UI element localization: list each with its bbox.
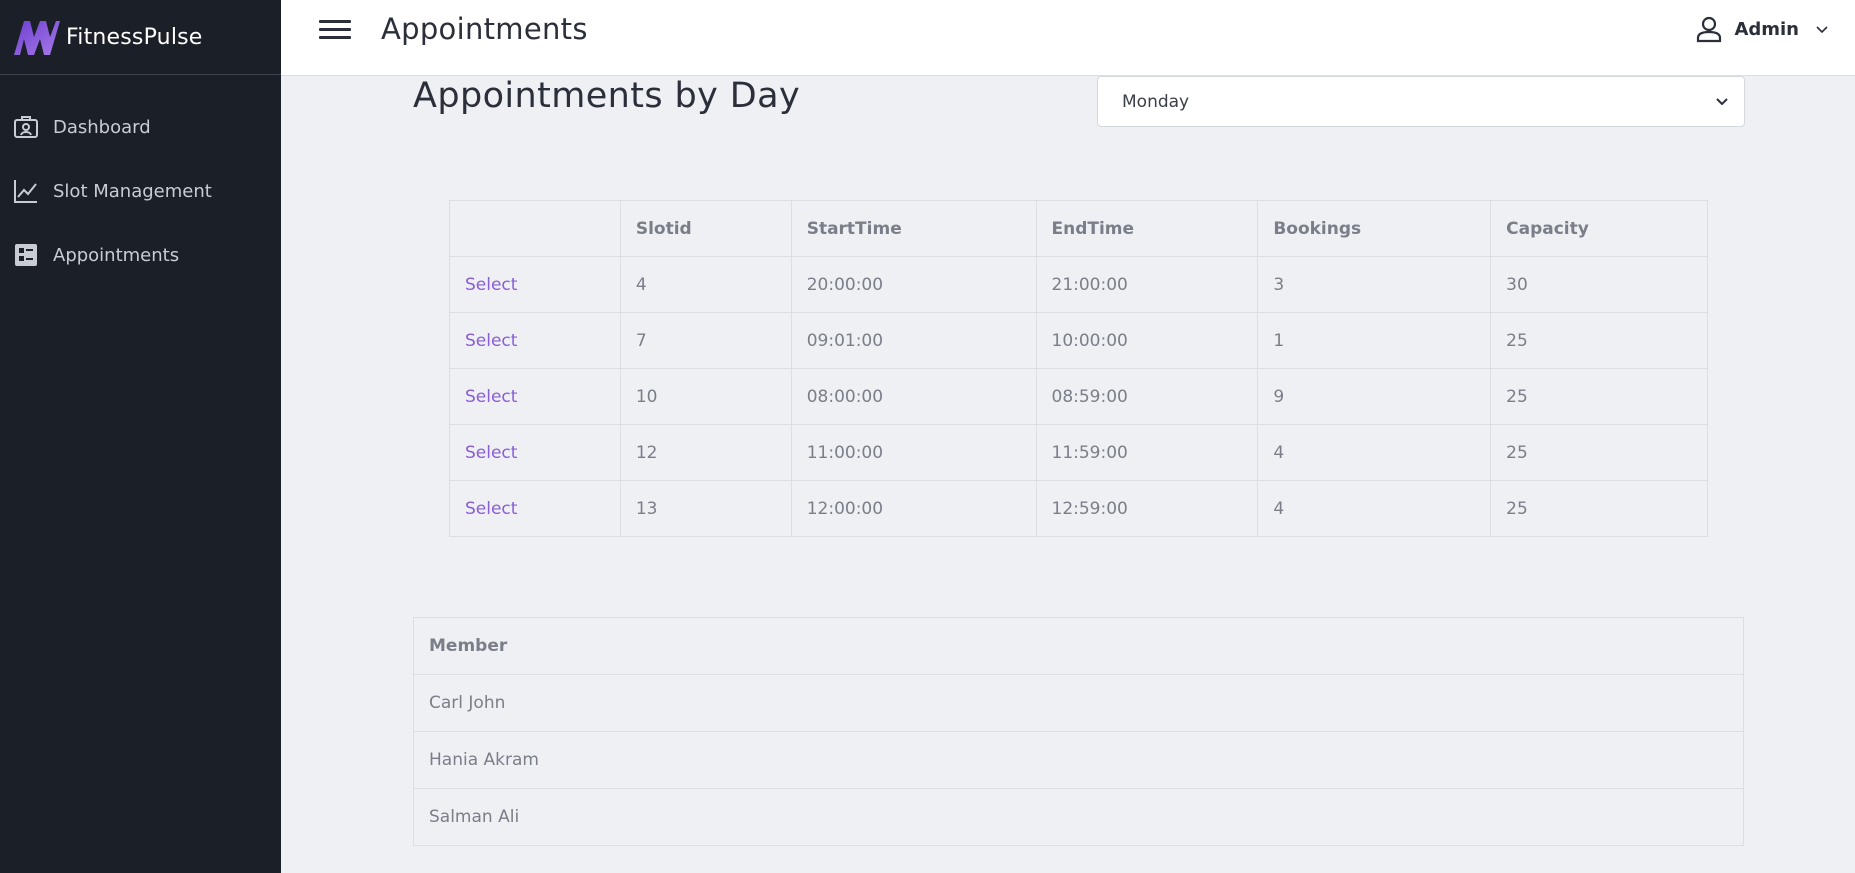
bookings-cell: 3 bbox=[1257, 256, 1492, 313]
capacity-cell: 25 bbox=[1490, 312, 1708, 369]
sidebar-item-label: Dashboard bbox=[53, 116, 151, 138]
slotid-cell: 10 bbox=[619, 368, 792, 425]
table-row: Select 4 20:00:00 21:00:00 3 30 bbox=[449, 256, 1708, 313]
slotid-cell: 13 bbox=[619, 480, 792, 537]
sidebar-item-label: Appointments bbox=[53, 244, 180, 266]
select-link[interactable]: Select bbox=[465, 387, 517, 407]
table-row: Select 7 09:01:00 10:00:00 1 25 bbox=[449, 312, 1708, 369]
starttime-cell: 12:00:00 bbox=[790, 480, 1037, 537]
bookings-cell: 4 bbox=[1257, 424, 1492, 481]
table-header-row: Slotid StartTime EndTime Bookings Capaci… bbox=[449, 200, 1708, 257]
brand[interactable]: FitnessPulse bbox=[0, 0, 281, 75]
slotid-cell: 7 bbox=[619, 312, 792, 369]
column-header: EndTime bbox=[1035, 200, 1259, 257]
logo-icon bbox=[14, 21, 60, 55]
endtime-cell: 21:00:00 bbox=[1035, 256, 1259, 313]
member-cell: Salman Ali bbox=[413, 788, 1744, 846]
bookings-cell: 9 bbox=[1257, 368, 1492, 425]
endtime-cell: 12:59:00 bbox=[1035, 480, 1259, 537]
select-link[interactable]: Select bbox=[465, 275, 517, 295]
page-title: Appointments bbox=[381, 12, 588, 46]
table-row: Select 13 12:00:00 12:59:00 4 25 bbox=[449, 480, 1708, 537]
select-link[interactable]: Select bbox=[465, 499, 517, 519]
bookings-cell: 4 bbox=[1257, 480, 1492, 537]
select-link[interactable]: Select bbox=[465, 331, 517, 351]
user-icon bbox=[1697, 16, 1722, 43]
sidebar-item-slot-management[interactable]: Slot Management bbox=[0, 159, 281, 223]
column-header: Bookings bbox=[1257, 200, 1492, 257]
starttime-cell: 11:00:00 bbox=[790, 424, 1037, 481]
column-header: Member bbox=[413, 617, 1744, 675]
day-select-value: Monday bbox=[1122, 91, 1190, 112]
slotid-cell: 12 bbox=[619, 424, 792, 481]
chevron-down-icon bbox=[1716, 98, 1728, 106]
member-cell: Carl John bbox=[413, 674, 1744, 732]
capacity-cell: 25 bbox=[1490, 424, 1708, 481]
user-name: Admin bbox=[1734, 18, 1799, 40]
brand-name: FitnessPulse bbox=[66, 24, 203, 50]
sidebar-item-label: Slot Management bbox=[53, 180, 212, 202]
slotid-cell: 4 bbox=[619, 256, 792, 313]
member-cell: Hania Akram bbox=[413, 731, 1744, 789]
day-select[interactable]: Monday bbox=[1097, 76, 1745, 127]
endtime-cell: 08:59:00 bbox=[1035, 368, 1259, 425]
starttime-cell: 08:00:00 bbox=[790, 368, 1037, 425]
badge-icon bbox=[13, 114, 39, 140]
table-row: Salman Ali bbox=[413, 788, 1744, 846]
capacity-cell: 30 bbox=[1490, 256, 1708, 313]
starttime-cell: 20:00:00 bbox=[790, 256, 1037, 313]
table-row: Carl John bbox=[413, 674, 1744, 732]
select-link[interactable]: Select bbox=[465, 443, 517, 463]
column-header: Slotid bbox=[619, 200, 792, 257]
capacity-cell: 25 bbox=[1490, 368, 1708, 425]
user-menu[interactable]: Admin bbox=[1694, 14, 1829, 44]
members-table: Member Carl John Hania Akram Salman Ali bbox=[413, 617, 1744, 846]
bookings-cell: 1 bbox=[1257, 312, 1492, 369]
endtime-cell: 10:00:00 bbox=[1035, 312, 1259, 369]
sidebar-item-dashboard[interactable]: Dashboard bbox=[0, 95, 281, 159]
starttime-cell: 09:01:00 bbox=[790, 312, 1037, 369]
table-row: Select 12 11:00:00 11:59:00 4 25 bbox=[449, 424, 1708, 481]
capacity-cell: 25 bbox=[1490, 480, 1708, 537]
column-header: StartTime bbox=[790, 200, 1037, 257]
topbar: Appointments Admin bbox=[281, 0, 1855, 76]
section-heading: Appointments by Day bbox=[413, 76, 801, 116]
endtime-cell: 11:59:00 bbox=[1035, 424, 1259, 481]
chevron-down-icon bbox=[1816, 26, 1828, 34]
slots-table: Slotid StartTime EndTime Bookings Capaci… bbox=[449, 200, 1708, 537]
sidebar: FitnessPulse Dashboard Slot Management A… bbox=[0, 0, 281, 873]
table-row: Hania Akram bbox=[413, 731, 1744, 789]
column-header bbox=[449, 200, 621, 257]
sidebar-item-appointments[interactable]: Appointments bbox=[0, 223, 281, 287]
table-header-row: Member bbox=[413, 617, 1744, 675]
column-header: Capacity bbox=[1490, 200, 1708, 257]
sidebar-nav: Dashboard Slot Management Appointments bbox=[0, 95, 281, 287]
list-icon bbox=[13, 242, 39, 268]
line-chart-icon bbox=[13, 178, 39, 204]
table-row: Select 10 08:00:00 08:59:00 9 25 bbox=[449, 368, 1708, 425]
menu-icon[interactable] bbox=[319, 16, 351, 42]
